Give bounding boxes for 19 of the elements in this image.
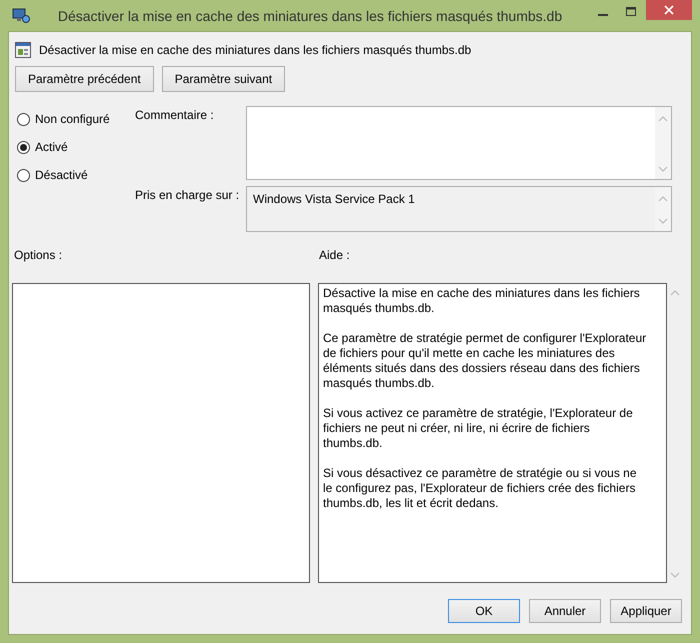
radio-label[interactable]: Activé xyxy=(35,140,68,154)
dialog-button[interactable]: Appliquer xyxy=(610,599,682,623)
help-paragraph: Si vous désactivez ce paramètre de stratégie ou si vous ne le configurez pas, l'Explorateur de fichiers crée des fichiers thumbs.db, les lit et écrit dedans. xyxy=(323,466,638,511)
supported-value: Windows Vista Service Pack 1 xyxy=(252,191,415,208)
radio-label[interactable]: Non configuré xyxy=(35,112,110,126)
help-paragraph: Ce paramètre de stratégie permet de configurer l'Explorateur de fichiers pour qu'il mette en cache les miniatures des éléments situés dans des dossiers réseau dans des fichiers masqués thumbs.db. xyxy=(323,331,647,391)
setting-title: Désactiver la mise en cache des miniatures dans les fichiers masqués thumbs.db xyxy=(39,43,472,57)
help-label: Aide : xyxy=(319,248,350,262)
help-paragraph: Si vous activez ce paramètre de stratégie, l'Explorateur de fichiers ne peut ni créer, ni lire, ni écrire de fichiers thumbs.db. xyxy=(323,406,634,451)
radio-label[interactable]: Désactivé xyxy=(35,168,88,182)
nav-button[interactable]: Paramètre suivant xyxy=(162,66,286,92)
help-paragraph: Désactive la mise en cache des miniatures dans les fichiers masqués thumbs.db. xyxy=(323,286,641,316)
options-label: Options : xyxy=(13,248,64,262)
nav-button[interactable]: Paramètre précédent xyxy=(15,66,154,92)
window-title: Désactiver la mise en cache des miniatures dans les fichiers masqués thumbs.db xyxy=(56,8,564,24)
dialog-button[interactable]: Annuler xyxy=(529,599,601,623)
supported-label: Pris en charge sur : xyxy=(135,187,240,204)
comment-label: Commentaire : xyxy=(135,107,215,124)
dialog-button[interactable]: OK xyxy=(448,599,520,623)
